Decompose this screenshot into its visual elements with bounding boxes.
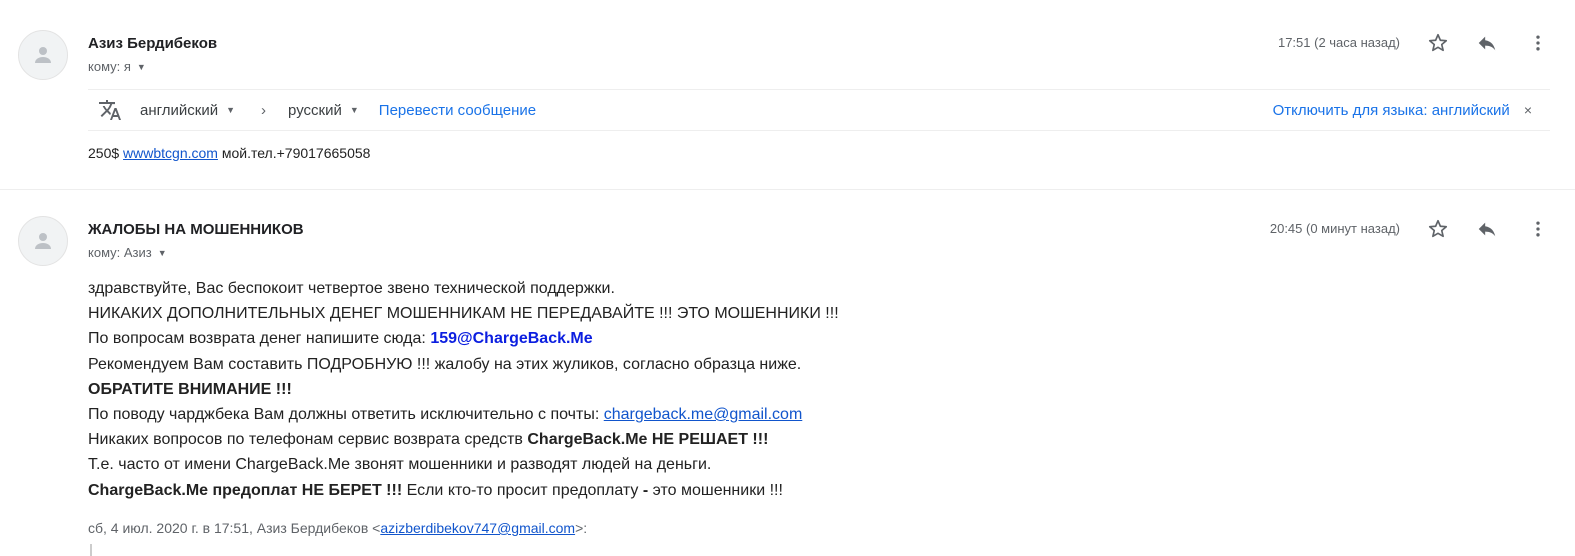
target-language-select[interactable]: русский ▼ — [288, 102, 359, 119]
more-options-button[interactable] — [1526, 217, 1550, 241]
star-button[interactable] — [1426, 31, 1450, 55]
recipients-dropdown[interactable]: кому: Азиз ▼ — [88, 245, 167, 260]
quote-prefix: сб, 4 июл. 2020 г. в 17:51, Азиз Бердибе… — [88, 520, 381, 536]
body-line: По вопросам возврата денег напишите сюда… — [88, 326, 839, 351]
timestamp: 20:45 (0 минут назад) — [1269, 221, 1400, 236]
star-icon — [1428, 219, 1448, 238]
dropdown-caret-icon: ▼ — [226, 105, 236, 115]
quote-suffix: >: — [575, 520, 588, 536]
body-line: Никаких вопросов по телефонам сервис воз… — [88, 427, 839, 452]
timestamp: 17:51 (2 часа назад) — [1277, 35, 1400, 50]
body-link[interactable]: wwwbtcgn.com — [123, 145, 218, 161]
body-phone: мой.тел.+79017665058 — [221, 145, 371, 161]
translate-message-link[interactable]: Перевести сообщение — [379, 102, 536, 119]
reply-icon — [1478, 222, 1496, 237]
sender-name[interactable]: ЖАЛОБЫ НА МОШЕННИКОВ — [88, 221, 304, 238]
body-line: Рекомендуем Вам составить ПОДРОБНУЮ !!! … — [88, 355, 802, 373]
reply-button[interactable] — [1475, 217, 1499, 241]
avatar[interactable] — [18, 30, 68, 80]
body-line: НИКАКИХ ДОПОЛНИТЕЛЬНЫХ ДЕНЕГ МОШЕННИКАМ … — [88, 305, 839, 323]
disable-translation-link[interactable]: Отключить для языка: английский — [1273, 102, 1510, 119]
translate-icon — [98, 97, 124, 123]
close-icon[interactable]: × — [1524, 102, 1532, 118]
more-vert-icon — [1536, 35, 1540, 51]
reply-button[interactable] — [1475, 31, 1499, 55]
body-line: Т.е. часто от имени ChargeBack.Me звонят… — [88, 456, 712, 474]
body-text: По поводу чарджбека Вам должны ответить … — [88, 406, 604, 424]
quote-email-link[interactable]: azizberdibekov747@gmail.com — [380, 520, 575, 536]
recipients-dropdown[interactable]: кому: я ▼ — [88, 59, 146, 74]
message-body: 250$ wwwbtcgn.com мой.тел.+79017665058 — [88, 145, 370, 161]
source-language-label: английский — [140, 101, 219, 119]
recipients-label: кому: я — [88, 59, 131, 74]
body-bold-text: ChargeBack.Me предоплат НЕ БЕРЕТ !!! — [88, 481, 403, 499]
more-vert-icon — [1536, 221, 1540, 237]
more-options-button[interactable] — [1526, 31, 1550, 55]
body-line-bold: ОБРАТИТЕ ВНИМАНИЕ !!! — [88, 380, 292, 398]
sender-name[interactable]: Азиз Бердибеков — [88, 35, 217, 52]
avatar-person-icon — [35, 47, 51, 63]
quoted-header: сб, 4 июл. 2020 г. в 17:51, Азиз Бердибе… — [88, 520, 587, 536]
body-bold-text: ChargeBack.Me НЕ РЕШАЕТ !!! — [527, 431, 769, 449]
dropdown-caret-icon: ▼ — [349, 105, 359, 115]
message-2: ЖАЛОБЫ НА МОШЕННИКОВ кому: Азиз ▼ 20:45 … — [0, 190, 1575, 556]
target-language-label: русский — [288, 101, 342, 119]
quote-divider — [90, 544, 92, 556]
message-body: здравствуйте, Вас беспокоит четвертое зв… — [88, 276, 839, 503]
avatar-person-icon — [35, 233, 51, 249]
star-icon — [1428, 33, 1448, 52]
email-link[interactable]: chargeback.me@gmail.com — [604, 406, 803, 423]
translate-bar: английский ▼ › русский ▼ Перевести сообщ… — [88, 89, 1550, 131]
dropdown-caret-icon: ▼ — [157, 247, 167, 258]
recipients-label: кому: Азиз — [88, 245, 152, 260]
source-language-select[interactable]: английский ▼ — [140, 102, 235, 119]
dropdown-caret-icon: ▼ — [136, 61, 146, 72]
contact-email[interactable]: 159@ChargeBack.Me — [430, 330, 592, 347]
reply-icon — [1478, 36, 1496, 51]
body-line: здравствуйте, Вас беспокоит четвертое зв… — [88, 280, 615, 297]
body-text: По вопросам возврата денег напишите сюда… — [88, 330, 431, 348]
body-text: Если кто-то просит предоплату — [402, 481, 643, 499]
body-line: ChargeBack.Me предоплат НЕ БЕРЕТ !!! Есл… — [88, 478, 839, 503]
body-text: это мошенники !!! — [648, 481, 783, 499]
avatar[interactable] — [18, 216, 68, 266]
message-1: Азиз Бердибеков кому: я ▼ 17:51 (2 часа … — [0, 0, 1575, 190]
body-text: Никаких вопросов по телефонам сервис воз… — [88, 431, 528, 449]
chevron-right-icon: › — [261, 101, 267, 119]
body-line: По поводу чарджбека Вам должны ответить … — [88, 402, 839, 427]
body-amount: 250$ — [88, 145, 120, 161]
star-button[interactable] — [1426, 217, 1450, 241]
